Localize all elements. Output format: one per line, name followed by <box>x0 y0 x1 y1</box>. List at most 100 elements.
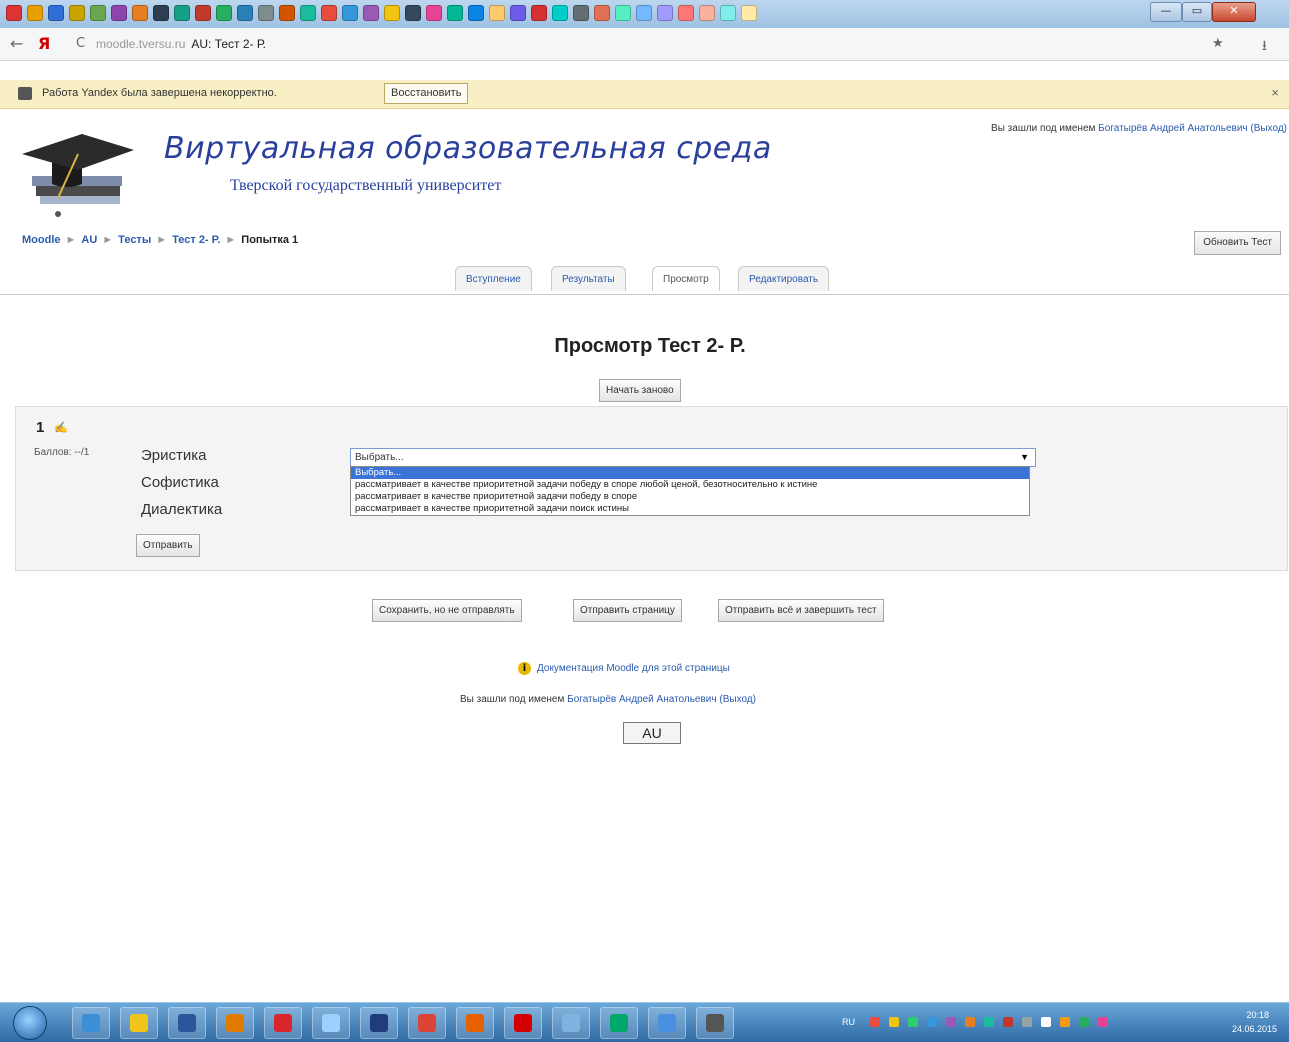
taskbar-app-button[interactable] <box>360 1007 398 1039</box>
bookmark-icon[interactable] <box>237 5 253 21</box>
download-icon[interactable]: ⭳ <box>1262 35 1267 59</box>
bookmark-icon[interactable] <box>468 5 484 21</box>
bookmark-icon[interactable] <box>48 5 64 21</box>
taskbar-app-button[interactable] <box>456 1007 494 1039</box>
bookmark-icon[interactable] <box>216 5 232 21</box>
bookmark-icon[interactable] <box>552 5 568 21</box>
bookmark-star-icon[interactable]: ★ <box>1212 36 1224 51</box>
breadcrumb-moodle[interactable]: Moodle <box>22 234 61 246</box>
tray-icon[interactable] <box>927 1017 937 1027</box>
tray-icon[interactable] <box>1022 1017 1032 1027</box>
window-maximize-button[interactable]: ▭ <box>1182 2 1212 22</box>
bookmark-icon[interactable] <box>27 5 43 21</box>
tray-icon[interactable] <box>870 1017 880 1027</box>
bookmark-icon[interactable] <box>321 5 337 21</box>
edit-question-icon[interactable]: ✍ <box>54 421 68 434</box>
bookmark-icon[interactable] <box>699 5 715 21</box>
tray-icon[interactable] <box>946 1017 956 1027</box>
bookmark-icon[interactable] <box>132 5 148 21</box>
tray-icon[interactable] <box>1098 1017 1108 1027</box>
bookmark-icon[interactable] <box>720 5 736 21</box>
bookmark-icon[interactable] <box>405 5 421 21</box>
start-button[interactable] <box>14 1007 46 1039</box>
back-arrow-icon[interactable]: ← <box>10 34 23 53</box>
tab-preview[interactable]: Просмотр <box>652 266 720 291</box>
reload-icon[interactable]: C <box>76 36 85 51</box>
tab-results[interactable]: Результаты <box>551 266 626 291</box>
tab-edit[interactable]: Редактировать <box>738 266 830 291</box>
window-minimize-button[interactable]: — <box>1150 2 1182 22</box>
course-home-button[interactable]: AU <box>623 722 681 744</box>
taskbar-app-button[interactable] <box>120 1007 158 1039</box>
save-without-submit-button[interactable]: Сохранить, но не отправлять <box>372 599 522 622</box>
moodle-docs-link-text[interactable]: Документация Moodle для этой страницы <box>537 663 730 674</box>
restore-button[interactable]: Восстановить <box>384 83 469 104</box>
url-field[interactable]: moodle.tversu.ru AU: Тест 2- Р. <box>96 34 266 54</box>
bookmark-icon[interactable] <box>6 5 22 21</box>
logout-link[interactable]: (Выход) <box>1250 123 1287 134</box>
bookmark-icon[interactable] <box>90 5 106 21</box>
submit-all-button[interactable]: Отправить всё и завершить тест <box>718 599 884 622</box>
yandex-logo-icon[interactable]: Я <box>38 34 50 53</box>
taskbar-app-button[interactable] <box>504 1007 542 1039</box>
user-profile-link[interactable]: Богатырёв Андрей Анатольевич <box>1098 123 1247 134</box>
close-icon[interactable]: × <box>1271 85 1279 100</box>
submit-page-button[interactable]: Отправить страницу <box>573 599 682 622</box>
bookmark-icon[interactable] <box>636 5 652 21</box>
window-close-button[interactable]: ✕ <box>1212 2 1256 22</box>
bookmark-icon[interactable] <box>594 5 610 21</box>
taskbar-app-button[interactable] <box>168 1007 206 1039</box>
bookmark-icon[interactable] <box>111 5 127 21</box>
taskbar-app-button[interactable] <box>216 1007 254 1039</box>
clock-date[interactable]: 24.06.2015 <box>1232 1024 1277 1034</box>
bookmark-icon[interactable] <box>573 5 589 21</box>
tray-icon[interactable] <box>1041 1017 1051 1027</box>
bookmark-icon[interactable] <box>384 5 400 21</box>
bookmark-icon[interactable] <box>657 5 673 21</box>
bookmark-icon[interactable] <box>510 5 526 21</box>
language-indicator[interactable]: RU <box>842 1017 855 1027</box>
tray-icon[interactable] <box>984 1017 994 1027</box>
taskbar-app-button[interactable] <box>648 1007 686 1039</box>
bookmark-icon[interactable] <box>174 5 190 21</box>
answer-select[interactable]: Выбрать... ▼ <box>350 448 1036 467</box>
bookmark-icon[interactable] <box>426 5 442 21</box>
dropdown-option[interactable]: рассматривает в качестве приоритетной за… <box>351 479 1029 491</box>
bookmark-icon[interactable] <box>531 5 547 21</box>
dropdown-option[interactable]: Выбрать... <box>351 467 1029 479</box>
bookmark-icon[interactable] <box>615 5 631 21</box>
bookmark-icon[interactable] <box>678 5 694 21</box>
footer-logout-link[interactable]: (Выход) <box>719 694 756 705</box>
bookmark-icon[interactable] <box>153 5 169 21</box>
bookmark-icon[interactable] <box>279 5 295 21</box>
tray-icon[interactable] <box>1003 1017 1013 1027</box>
restart-button[interactable]: Начать заново <box>599 379 681 402</box>
footer-user-link[interactable]: Богатырёв Андрей Анатольевич <box>567 694 716 705</box>
bookmark-icon[interactable] <box>363 5 379 21</box>
dropdown-option[interactable]: рассматривает в качестве приоритетной за… <box>351 491 1029 503</box>
tray-icon[interactable] <box>908 1017 918 1027</box>
update-test-button[interactable]: Обновить Тест <box>1194 231 1281 255</box>
breadcrumb-test[interactable]: Тест 2- Р. <box>172 234 220 246</box>
taskbar-app-button[interactable] <box>696 1007 734 1039</box>
bookmark-icon[interactable] <box>300 5 316 21</box>
dropdown-option[interactable]: рассматривает в качестве приоритетной за… <box>351 503 1029 515</box>
tray-icon[interactable] <box>1060 1017 1070 1027</box>
breadcrumb-au[interactable]: AU <box>81 234 97 246</box>
tray-icon[interactable] <box>965 1017 975 1027</box>
taskbar-app-button[interactable] <box>552 1007 590 1039</box>
bookmark-icon[interactable] <box>489 5 505 21</box>
taskbar-app-button[interactable] <box>312 1007 350 1039</box>
taskbar-app-button[interactable] <box>72 1007 110 1039</box>
bookmark-icon[interactable] <box>447 5 463 21</box>
bookmark-icon[interactable] <box>342 5 358 21</box>
taskbar-app-button[interactable] <box>408 1007 446 1039</box>
taskbar-app-button[interactable] <box>264 1007 302 1039</box>
bookmark-icon[interactable] <box>69 5 85 21</box>
clock-time[interactable]: 20:18 <box>1246 1010 1269 1020</box>
tab-intro[interactable]: Вступление <box>455 266 532 291</box>
bookmark-icon[interactable] <box>741 5 757 21</box>
tray-icon[interactable] <box>889 1017 899 1027</box>
taskbar-app-button[interactable] <box>600 1007 638 1039</box>
moodle-docs-link[interactable]: i Документация Moodle для этой страницы <box>518 662 730 675</box>
